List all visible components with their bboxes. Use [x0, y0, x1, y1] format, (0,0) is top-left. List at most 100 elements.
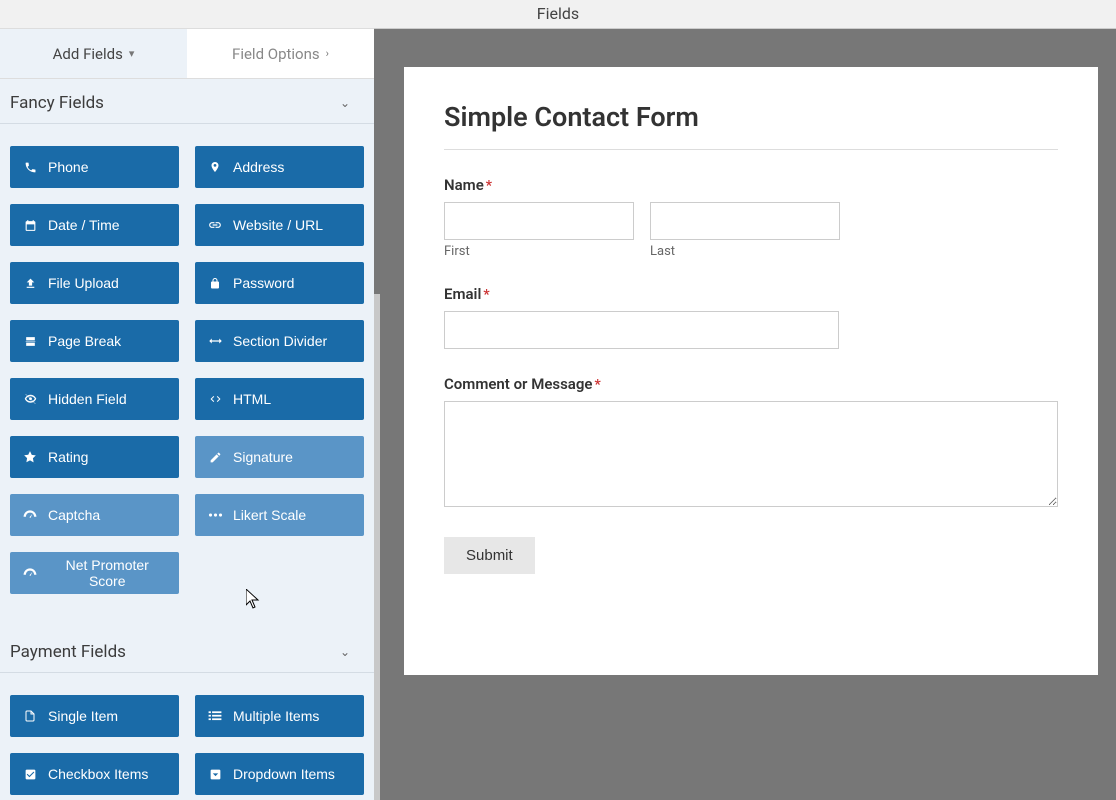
first-name-input[interactable]	[444, 202, 634, 240]
ellipsis-icon	[207, 512, 223, 518]
comment-textarea[interactable]	[444, 401, 1058, 507]
file-icon	[22, 709, 38, 723]
field-label: Section Divider	[233, 333, 327, 349]
tab-add-fields[interactable]: Add Fields ▾	[0, 29, 187, 78]
fancy-fields-grid: Phone Address Date / Time Website / URL …	[0, 124, 374, 606]
eye-off-icon	[22, 393, 38, 405]
name-row: First Last	[444, 202, 1058, 259]
field-label: Single Item	[48, 708, 118, 724]
chevron-down-icon: ⌄	[340, 645, 364, 659]
field-label: Address	[233, 159, 284, 175]
last-sublabel: Last	[650, 244, 840, 259]
left-panel: Add Fields ▾ Field Options › Fancy Field…	[0, 28, 374, 800]
field-label: Likert Scale	[233, 507, 306, 523]
page-header: Fields	[0, 0, 1116, 28]
field-label: Website / URL	[233, 217, 323, 233]
tab-label: Field Options	[232, 45, 320, 63]
list-icon	[207, 710, 223, 722]
field-dropdown-items[interactable]: Dropdown Items	[195, 753, 364, 795]
panel-tabs: Add Fields ▾ Field Options ›	[0, 29, 374, 79]
field-label: Date / Time	[48, 217, 120, 233]
page-title: Fields	[537, 4, 579, 23]
section-fancy-fields[interactable]: Fancy Fields ⌄	[0, 79, 374, 124]
star-icon	[22, 450, 38, 464]
comment-label: Comment or Message*	[444, 375, 1058, 393]
preview-panel: Simple Contact Form Name* First Last	[374, 28, 1116, 800]
field-label: Checkbox Items	[48, 766, 148, 782]
field-phone[interactable]: Phone	[10, 146, 179, 188]
form-preview: Simple Contact Form Name* First Last	[404, 67, 1098, 675]
name-field-block: Name* First Last	[444, 176, 1058, 259]
page-break-icon	[22, 335, 38, 348]
required-mark: *	[486, 178, 492, 194]
field-page-break[interactable]: Page Break	[10, 320, 179, 362]
field-password[interactable]: Password	[195, 262, 364, 304]
chevron-right-icon: ›	[326, 47, 329, 60]
field-date-time[interactable]: Date / Time	[10, 204, 179, 246]
payment-fields-grid: Single Item Multiple Items Checkbox Item…	[0, 673, 374, 800]
dashboard-icon	[22, 509, 38, 521]
pin-icon	[207, 160, 223, 174]
email-field-block: Email*	[444, 285, 1058, 349]
arrows-h-icon	[207, 336, 223, 346]
comment-field-block: Comment or Message*	[444, 375, 1058, 511]
field-label: Net Promoter Score	[47, 557, 167, 589]
submit-button[interactable]: Submit	[444, 537, 535, 574]
phone-icon	[22, 161, 38, 174]
field-label: Multiple Items	[233, 708, 319, 724]
field-html[interactable]: HTML	[195, 378, 364, 420]
field-label: Phone	[48, 159, 88, 175]
chevron-down-icon: ▾	[129, 47, 135, 60]
calendar-icon	[22, 219, 38, 232]
field-hidden-field[interactable]: Hidden Field	[10, 378, 179, 420]
pencil-icon	[207, 451, 223, 464]
field-checkbox-items[interactable]: Checkbox Items	[10, 753, 179, 795]
upload-icon	[22, 277, 38, 290]
field-label: Signature	[233, 449, 293, 465]
link-icon	[207, 218, 223, 232]
section-title: Fancy Fields	[10, 93, 104, 113]
email-input[interactable]	[444, 311, 839, 349]
form-title: Simple Contact Form	[444, 101, 1058, 133]
scrollbar-track[interactable]	[374, 294, 380, 800]
field-address[interactable]: Address	[195, 146, 364, 188]
divider	[444, 149, 1058, 150]
required-mark: *	[483, 287, 489, 303]
check-square-icon	[22, 768, 38, 781]
required-mark: *	[594, 377, 600, 393]
field-label: Dropdown Items	[233, 766, 335, 782]
first-sublabel: First	[444, 244, 634, 259]
field-likert-scale[interactable]: Likert Scale	[195, 494, 364, 536]
field-section-divider[interactable]: Section Divider	[195, 320, 364, 362]
field-net-promoter-score[interactable]: Net Promoter Score	[10, 552, 179, 594]
tachometer-icon	[22, 567, 37, 579]
field-multiple-items[interactable]: Multiple Items	[195, 695, 364, 737]
first-name-col: First	[444, 202, 634, 259]
field-rating[interactable]: Rating	[10, 436, 179, 478]
field-label: HTML	[233, 391, 271, 407]
field-captcha[interactable]: Captcha	[10, 494, 179, 536]
field-label: Password	[233, 275, 294, 291]
field-label: Captcha	[48, 507, 100, 523]
tab-field-options[interactable]: Field Options ›	[187, 29, 374, 78]
field-label: Hidden Field	[48, 391, 127, 407]
section-title: Payment Fields	[10, 642, 126, 662]
field-label: Rating	[48, 449, 88, 465]
field-file-upload[interactable]: File Upload	[10, 262, 179, 304]
field-single-item[interactable]: Single Item	[10, 695, 179, 737]
chevron-down-icon: ⌄	[340, 96, 364, 110]
main-layout: Add Fields ▾ Field Options › Fancy Field…	[0, 28, 1116, 800]
last-name-col: Last	[650, 202, 840, 259]
dropdown-icon	[207, 768, 223, 781]
code-icon	[207, 393, 223, 405]
field-label: File Upload	[48, 275, 119, 291]
lock-icon	[207, 277, 223, 290]
tab-label: Add Fields	[53, 45, 123, 63]
last-name-input[interactable]	[650, 202, 840, 240]
field-signature[interactable]: Signature	[195, 436, 364, 478]
field-website-url[interactable]: Website / URL	[195, 204, 364, 246]
field-label: Page Break	[48, 333, 121, 349]
name-label: Name*	[444, 176, 1058, 194]
section-payment-fields[interactable]: Payment Fields ⌄	[0, 628, 374, 673]
email-label: Email*	[444, 285, 1058, 303]
